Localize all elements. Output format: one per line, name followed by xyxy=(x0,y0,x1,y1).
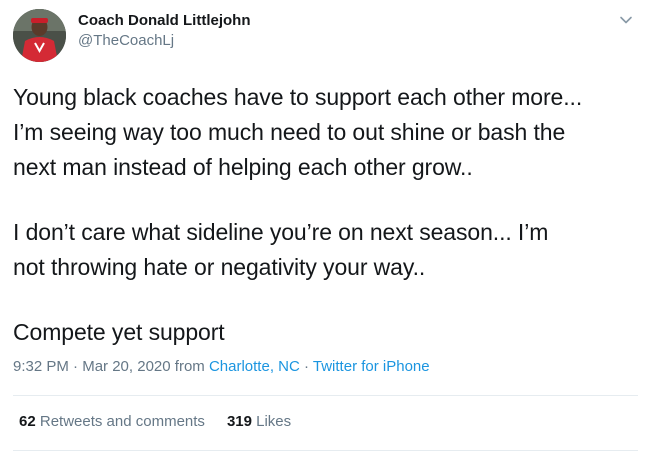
location-link[interactable]: Charlotte, NC xyxy=(209,358,300,375)
divider xyxy=(13,450,638,451)
profile-photo-icon xyxy=(13,9,66,62)
tweet-text: Young black coaches have to support each… xyxy=(13,80,638,350)
author-names: Coach Donald Littlejohn @TheCoachLj xyxy=(78,11,251,51)
retweets-label: Retweets and comments xyxy=(35,413,205,430)
divider xyxy=(13,395,638,396)
likes-label: Likes xyxy=(251,413,292,430)
retweets-stat[interactable]: 62 Retweets and comments xyxy=(19,413,205,430)
client-link[interactable]: Twitter for iPhone xyxy=(313,358,430,375)
retweets-count: 62 xyxy=(19,413,36,430)
tweet-paragraph: Compete yet support xyxy=(13,319,225,345)
tweet-time[interactable]: 9:32 PM xyxy=(13,358,69,375)
avatar[interactable] xyxy=(13,9,66,62)
tweet-card: Coach Donald Littlejohn @TheCoachLj Youn… xyxy=(0,0,651,455)
tweet-meta: 9:32 PM · Mar 20, 2020 from Charlotte, N… xyxy=(13,358,430,375)
meta-separator: · xyxy=(299,358,313,375)
user-handle[interactable]: @TheCoachLj xyxy=(78,31,251,51)
likes-stat[interactable]: 319 Likes xyxy=(227,413,291,430)
tweet-header: Coach Donald Littlejohn @TheCoachLj xyxy=(13,9,251,62)
tweet-stats: 62 Retweets and comments 319 Likes xyxy=(19,413,291,430)
meta-from: from xyxy=(170,358,209,375)
tweet-date[interactable]: Mar 20, 2020 xyxy=(82,358,170,375)
likes-count: 319 xyxy=(226,413,252,430)
tweet-paragraph: I don’t care what sideline you’re on nex… xyxy=(13,219,549,280)
meta-separator: · xyxy=(68,358,83,375)
tweet-paragraph: Young black coaches have to support each… xyxy=(13,84,583,180)
display-name[interactable]: Coach Donald Littlejohn xyxy=(78,11,251,31)
chevron-down-icon[interactable] xyxy=(618,12,634,28)
